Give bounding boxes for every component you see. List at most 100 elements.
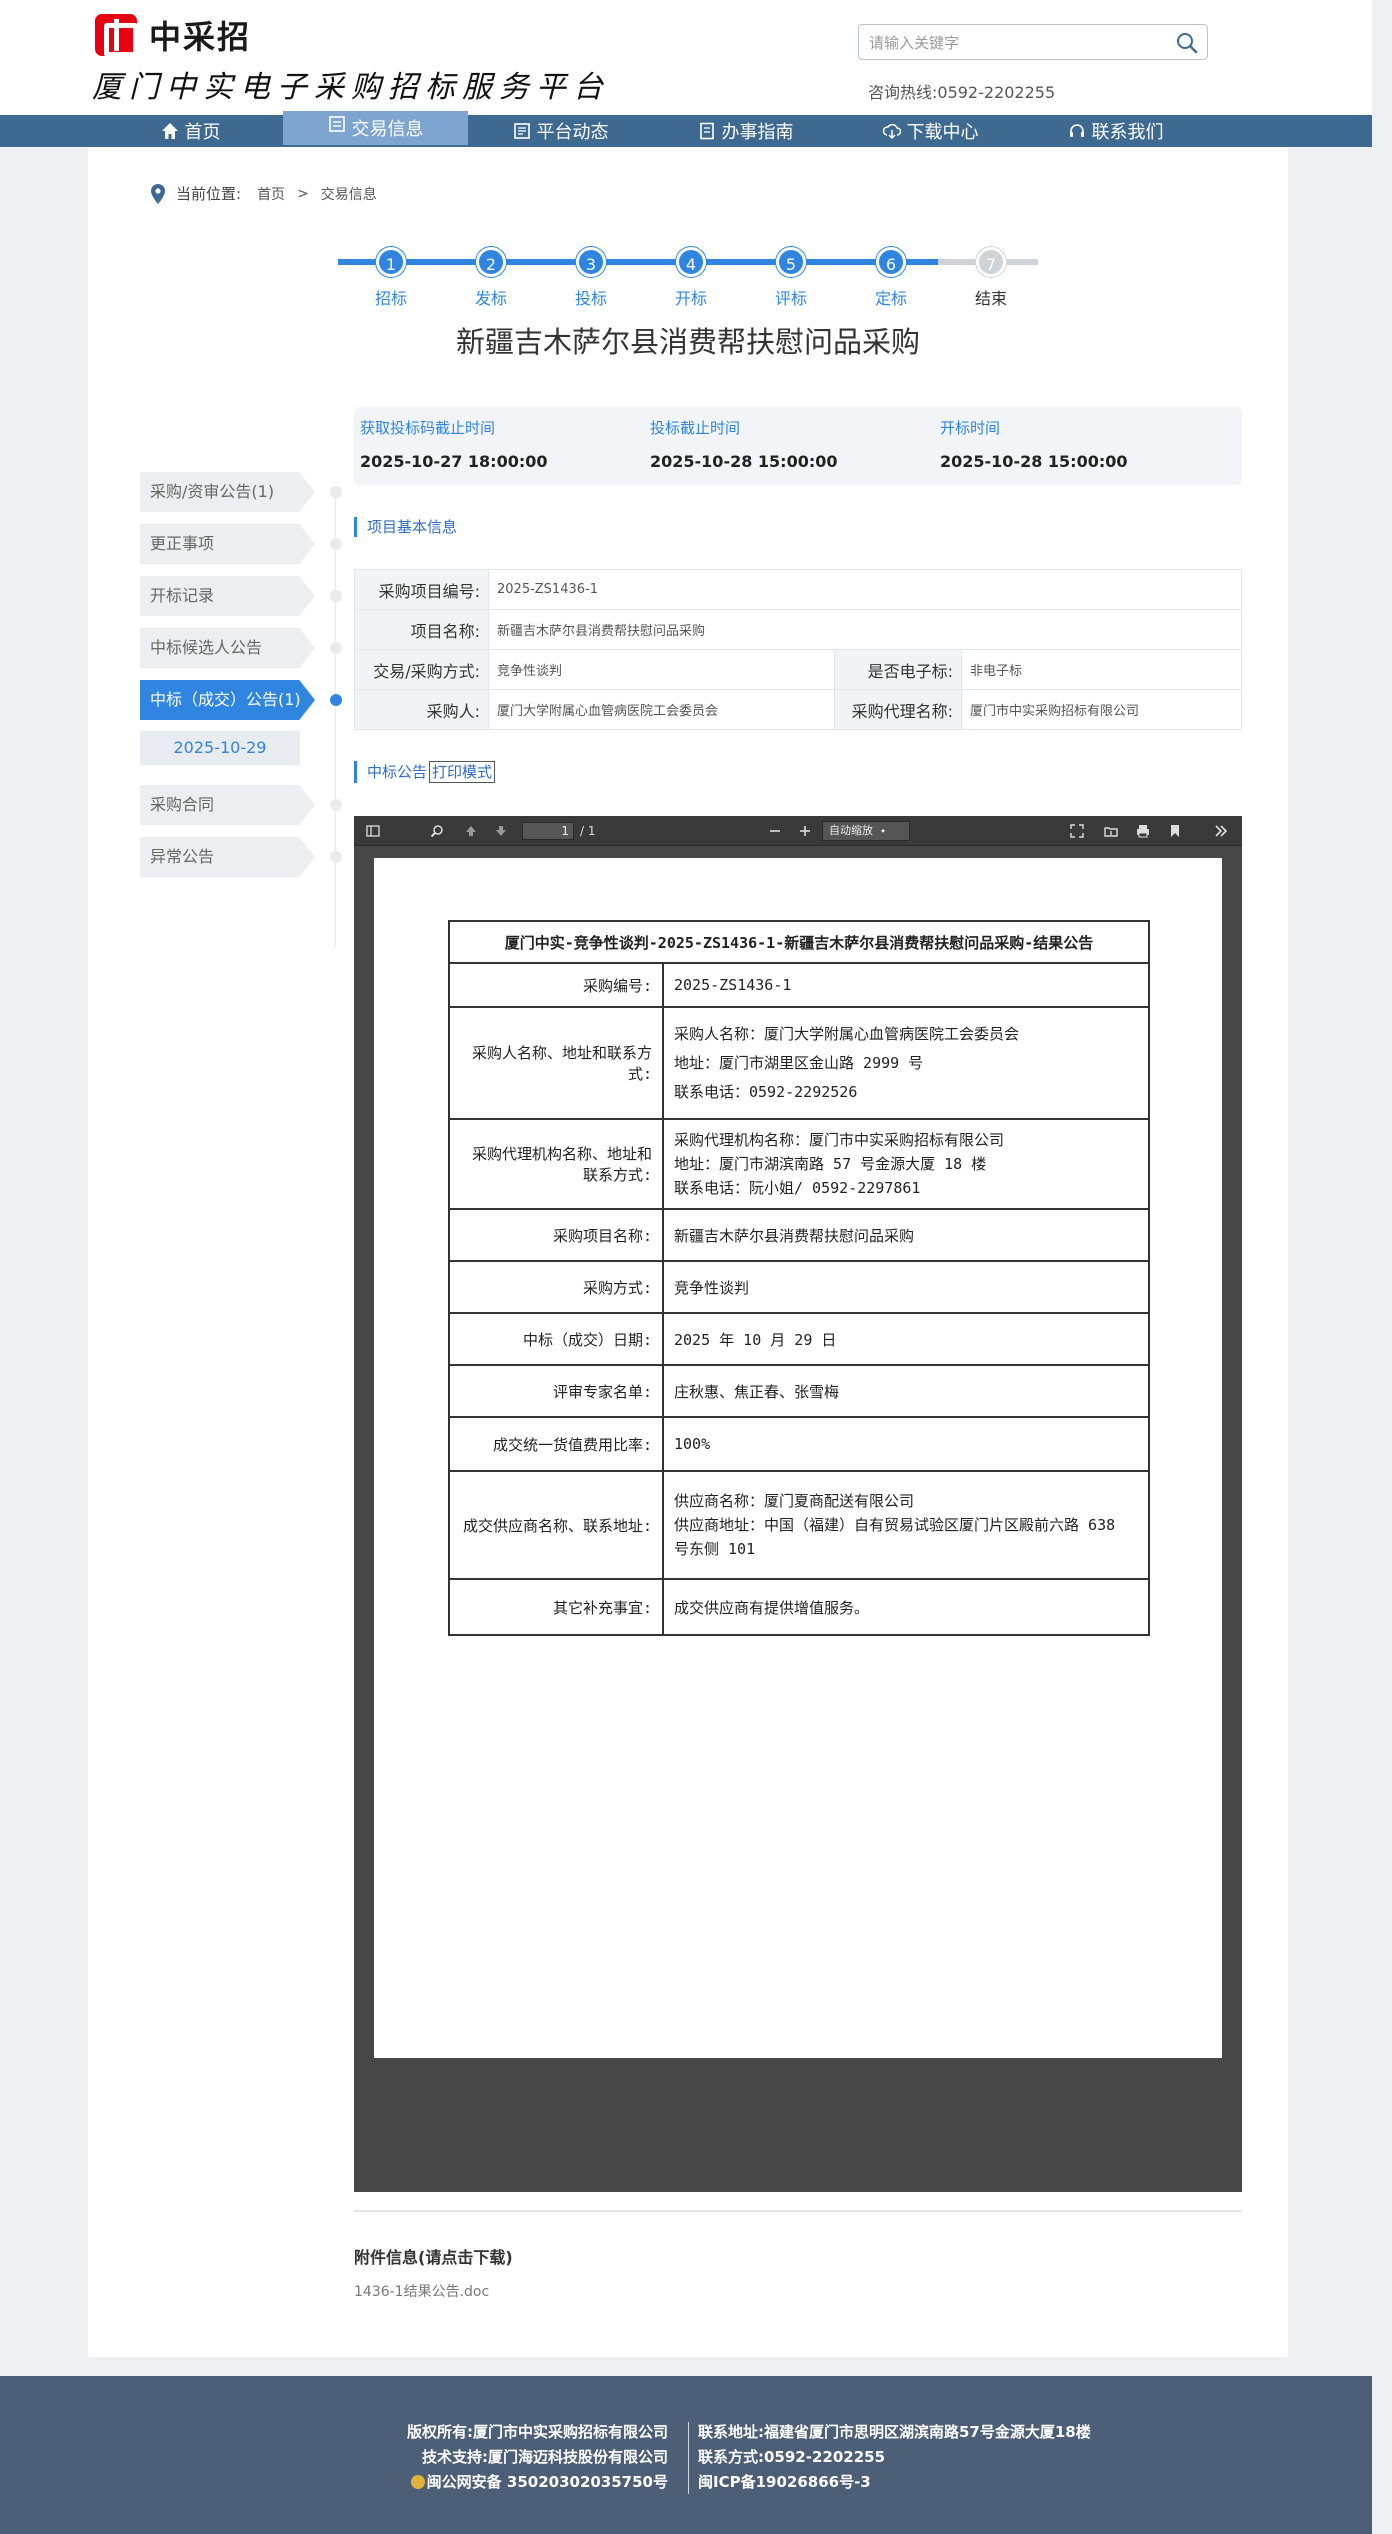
step-1: 1 招标 (361, 247, 421, 309)
side-dot (330, 851, 342, 863)
nav-guide[interactable]: 办事指南 (653, 115, 838, 147)
nav-label: 首页 (184, 122, 221, 143)
field-value: 非电子标 (961, 649, 1242, 690)
side-sub-date-link[interactable]: 2025-10-29 (140, 731, 300, 765)
nav-contact[interactable]: 联系我们 (1023, 115, 1208, 147)
breadcrumb-separator: > (297, 185, 309, 202)
nav-label: 交易信息 (351, 119, 424, 140)
site-logo[interactable]: 中采招 (95, 14, 252, 57)
police-badge-icon (410, 2475, 425, 2489)
page-title: 新疆吉木萨尔县消费帮扶慰问品采购 (455, 325, 920, 359)
footer-tech-support: 技术支持:厦门海迈科技股份有限公司 (421, 2448, 668, 2466)
side-item-corrections[interactable]: 更正事项 (140, 524, 315, 564)
breadcrumb-home-link[interactable]: 首页 (257, 184, 285, 204)
previous-page-icon[interactable] (464, 824, 478, 838)
side-dot (330, 486, 342, 498)
fullscreen-icon[interactable] (1070, 824, 1084, 838)
attachment-file-link[interactable]: 1436-1结果公告.doc (354, 2281, 489, 2301)
logo-text: 中采招 (149, 18, 252, 56)
pdf-page: 厦门中实-竞争性谈判-2025-ZS1436-1-新疆吉木萨尔县消费帮扶慰问品采… (374, 858, 1222, 2058)
hotline-text: 咨询热线:0592-2202255 (868, 83, 1056, 102)
step-label: 投标 (574, 289, 607, 308)
footer-police-record[interactable]: 闽公网安备 35020302035750号 (380, 2470, 668, 2495)
result-key: 采购项目名称: (448, 1208, 664, 1262)
field-value: 2025-ZS1436-1 (488, 569, 1242, 610)
time-panel: 获取投标码截止时间 2025-10-27 18:00:00 投标截止时间 202… (354, 407, 1242, 485)
time-label: 开标时间 (940, 419, 1001, 437)
step-4: 4 开标 (661, 247, 721, 309)
zoom-select[interactable]: 自动缩放 ⬩ (822, 821, 910, 841)
nav-label: 下载中心 (906, 122, 979, 143)
next-page-icon[interactable] (494, 824, 508, 838)
result-value: 2025-ZS1436-1 (662, 962, 1150, 1008)
side-item-contract[interactable]: 采购合同 (140, 785, 315, 825)
side-item-procurement-notice[interactable]: 采购/资审公告(1) (140, 472, 315, 512)
result-key: 采购方式: (448, 1260, 664, 1314)
zoom-in-icon[interactable] (798, 824, 812, 838)
side-dot (330, 590, 342, 602)
footer-separator (688, 2422, 689, 2494)
print-mode-button[interactable]: 打印模式 (429, 761, 496, 783)
logo-icon (95, 14, 138, 57)
search-input[interactable] (869, 31, 1159, 55)
time-value: 2025-10-28 15:00:00 (650, 452, 838, 471)
nav-home[interactable]: 首页 (98, 115, 283, 147)
section-title-notice: 中标公告 打印模式 (354, 761, 496, 783)
side-item-opening-record[interactable]: 开标记录 (140, 576, 315, 616)
table-row: 采购方式: 竞争性谈判 (448, 1260, 1150, 1314)
table-row: 采购人名称、地址和联系方式: 采购人名称：厦门大学附属心血管病医院工会委员会 地… (448, 1006, 1150, 1120)
table-row: 采购编号: 2025-ZS1436-1 (448, 962, 1150, 1008)
zoom-select-value: 自动缩放 (829, 824, 873, 837)
result-value: 采购人名称：厦门大学附属心血管病医院工会委员会 地址：厦门市湖里区金山路 299… (662, 1006, 1150, 1120)
step-number: 3 (576, 247, 606, 277)
result-key: 成交供应商名称、联系地址: (448, 1470, 664, 1580)
table-row: 厦门中实-竞争性谈判-2025-ZS1436-1-新疆吉木萨尔县消费帮扶慰问品采… (448, 920, 1150, 964)
result-line: 供应商地址：中国（福建）自有贸易试验区厦门片区殿前六路 638 号东侧 101 (674, 1516, 1116, 1558)
side-item-candidate-notice[interactable]: 中标候选人公告 (140, 628, 315, 668)
field-value: 厦门大学附属心血管病医院工会委员会 (488, 689, 835, 730)
result-line: 采购人名称：厦门大学附属心血管病医院工会委员会 (674, 1024, 1020, 1043)
side-dot (330, 642, 342, 654)
table-row: 采购项目名称: 新疆吉木萨尔县消费帮扶慰问品采购 (448, 1208, 1150, 1262)
result-line: 采购代理机构名称：厦门市中实采购招标有限公司 (674, 1131, 1005, 1149)
divider (354, 2210, 1242, 2212)
nav-download[interactable]: 下载中心 (838, 115, 1023, 147)
side-item-exception-notice[interactable]: 异常公告 (140, 837, 315, 877)
table-row: 项目名称: 新疆吉木萨尔县消费帮扶慰问品采购 (354, 609, 1242, 650)
zoom-out-icon[interactable] (768, 824, 782, 838)
field-value: 新疆吉木萨尔县消费帮扶慰问品采购 (488, 609, 1242, 650)
platform-title: 厦门中实电子采购招标服务平台 (92, 70, 610, 105)
step-number: 1 (376, 247, 406, 277)
sidebar-toggle-icon[interactable] (366, 824, 380, 838)
search-icon[interactable] (1175, 31, 1199, 55)
print-icon[interactable] (1136, 824, 1150, 838)
step-2: 2 发标 (461, 247, 521, 309)
result-key: 中标（成交）日期: (448, 1312, 664, 1366)
nav-platform-news[interactable]: 平台动态 (468, 115, 653, 147)
tools-menu-icon[interactable] (1214, 824, 1228, 838)
result-value: 新疆吉木萨尔县消费帮扶慰问品采购 (662, 1208, 1150, 1262)
info-icon (328, 116, 345, 132)
result-value: 2025 年 10 月 29 日 (662, 1312, 1150, 1366)
result-key: 采购人名称、地址和联系方式: (448, 1006, 664, 1120)
open-file-icon[interactable] (1104, 824, 1118, 838)
side-item-award-notice[interactable]: 中标（成交）公告(1) (140, 680, 315, 720)
bookmark-icon[interactable] (1168, 824, 1182, 838)
footer-left: 版权所有:厦门市中实采购招标有限公司 技术支持:厦门海迈科技股份有限公司 闽公网… (380, 2420, 668, 2495)
field-label: 采购代理名称: (834, 689, 962, 730)
find-icon[interactable] (430, 824, 444, 838)
footer-icp-record[interactable]: 闽ICP备19026866号-3 (698, 2470, 1091, 2495)
step-number: 6 (876, 247, 906, 277)
step-5: 5 评标 (761, 247, 821, 309)
page-number-input[interactable]: 1 (522, 822, 574, 840)
pdf-viewer: 1 / 1 自动缩放 ⬩ 厦门中实-竞争性谈判-2025-ZS1436-1-新疆吉… (354, 816, 1242, 2192)
site-footer: 版权所有:厦门市中实采购招标有限公司 技术支持:厦门海迈科技股份有限公司 闽公网… (0, 2376, 1392, 2534)
nav-trade-info[interactable]: 交易信息 (283, 111, 468, 145)
nav-label: 办事指南 (721, 122, 794, 143)
time-label: 投标截止时间 (650, 419, 741, 437)
breadcrumb-current[interactable]: 交易信息 (321, 184, 377, 204)
step-3: 3 投标 (561, 247, 621, 309)
field-label: 采购人: (354, 689, 489, 730)
result-value: 采购代理机构名称：厦门市中实采购招标有限公司 地址：厦门市湖滨南路 57 号金源… (662, 1118, 1150, 1210)
footer-police-text: 闽公网安备 35020302035750号 (426, 2473, 668, 2491)
